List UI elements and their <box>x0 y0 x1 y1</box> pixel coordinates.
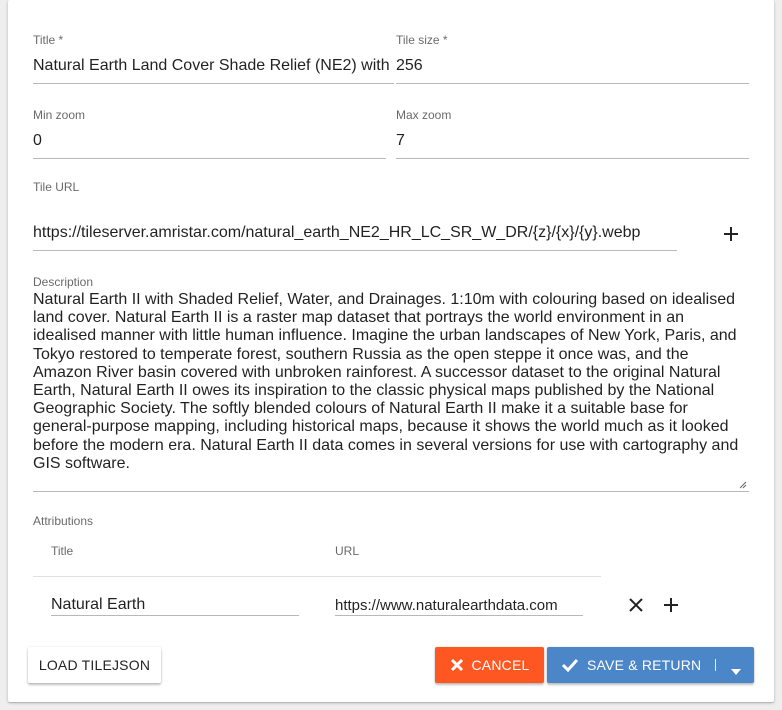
min-zoom-underline <box>33 158 386 159</box>
close-icon <box>629 598 643 612</box>
description-field: Description Natural Earth II with Shaded… <box>33 275 749 493</box>
title-label: Title * <box>33 33 64 47</box>
save-return-button[interactable]: SAVE & RETURN <box>547 647 754 683</box>
resize-grip-icon[interactable] <box>739 481 747 489</box>
cancel-label: CANCEL <box>471 657 530 673</box>
add-attribution-button[interactable] <box>659 593 683 617</box>
max-zoom-field: Max zoom <box>396 108 749 160</box>
max-zoom-label: Max zoom <box>396 108 452 122</box>
min-zoom-field: Min zoom <box>33 108 386 160</box>
attribution-title-field <box>51 590 299 616</box>
attributions-header-divider <box>33 576 601 577</box>
load-tilejson-label: LOAD TILEJSON <box>38 657 151 673</box>
check-icon <box>561 658 579 672</box>
attribution-title-input[interactable] <box>51 595 299 615</box>
tile-url-underline <box>33 250 677 251</box>
table-row <box>33 590 749 620</box>
title-underline <box>33 83 394 84</box>
tile-size-input[interactable] <box>396 55 749 77</box>
max-zoom-underline <box>396 158 749 159</box>
save-return-label: SAVE & RETURN <box>587 657 702 673</box>
tile-size-label: Tile size * <box>396 33 448 47</box>
tile-url-label: Tile URL <box>33 180 80 194</box>
attribution-title-underline <box>51 615 299 616</box>
attribution-url-underline <box>335 615 583 616</box>
attributions-column-url: URL <box>335 544 360 558</box>
min-zoom-input[interactable] <box>33 130 386 152</box>
attribution-url-input[interactable] <box>335 595 583 615</box>
caret-down-icon[interactable] <box>731 662 741 678</box>
close-icon <box>450 658 464 672</box>
tile-url-field: Tile URL <box>33 180 677 252</box>
button-separator <box>715 659 716 671</box>
title-input[interactable] <box>33 55 394 77</box>
load-tilejson-button[interactable]: LOAD TILEJSON <box>28 647 161 683</box>
tile-size-underline <box>396 83 749 84</box>
add-tile-url-button[interactable] <box>719 222 743 246</box>
cancel-button[interactable]: CANCEL <box>435 647 544 683</box>
min-zoom-label: Min zoom <box>33 108 86 122</box>
tile-url-input[interactable] <box>33 222 677 244</box>
attribution-url-field <box>335 590 583 616</box>
remove-attribution-button[interactable] <box>624 593 648 617</box>
description-underline <box>33 491 749 492</box>
plus-icon <box>724 227 738 241</box>
attributions-column-title: Title <box>51 544 74 558</box>
attributions-label: Attributions <box>33 514 94 528</box>
tile-size-field: Tile size * <box>396 33 749 85</box>
title-field: Title * <box>33 33 394 85</box>
plus-icon <box>664 598 678 612</box>
description-textarea[interactable]: Natural Earth II with Shaded Relief, Wat… <box>33 291 749 481</box>
tileset-form-card: Title * Tile size * Min zoom Max zoom Ti… <box>8 0 774 702</box>
description-label: Description <box>33 275 94 289</box>
max-zoom-input[interactable] <box>396 130 749 152</box>
